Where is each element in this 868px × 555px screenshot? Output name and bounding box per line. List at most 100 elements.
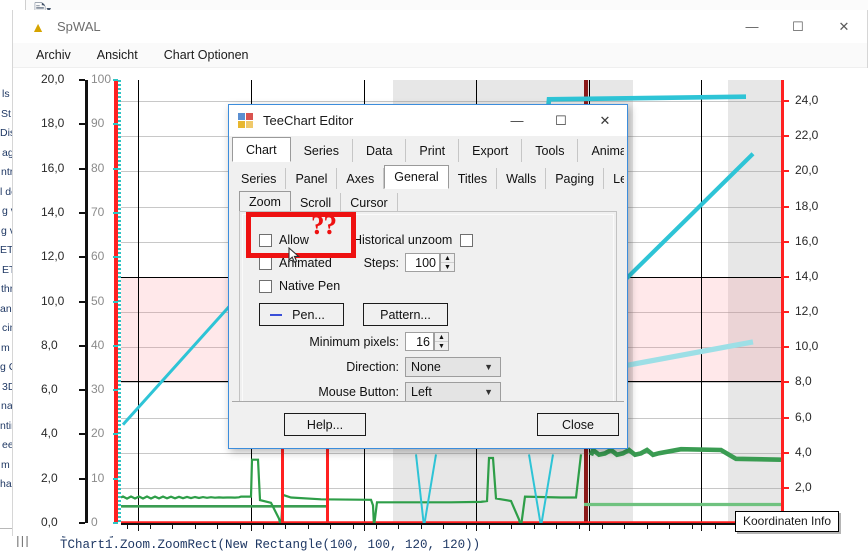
series-cyan-dip-2b bbox=[540, 454, 554, 523]
menu-item-ansicht[interactable]: Ansicht bbox=[84, 45, 151, 65]
steps-input[interactable]: 100 bbox=[405, 253, 440, 272]
allow-checkbox-row[interactable]: Allow bbox=[259, 233, 309, 247]
historical-unzoom-label: Historical unzoom bbox=[353, 233, 453, 247]
axis-tick-mark-bottom-minor bbox=[127, 525, 128, 529]
chevron-down-icon: ▼ bbox=[484, 362, 493, 372]
tab-zoom[interactable]: Zoom bbox=[239, 191, 291, 212]
menu-item-chart-optionen[interactable]: Chart Optionen bbox=[151, 45, 262, 65]
axis-tick-mark bbox=[79, 79, 85, 81]
dialog-close-button[interactable]: ✕ bbox=[583, 105, 627, 136]
menu-item-archiv[interactable]: Archiv bbox=[23, 45, 84, 65]
pen-button-label: Pen... bbox=[292, 307, 325, 322]
minimize-button[interactable]: — bbox=[729, 10, 775, 43]
axis-left-primary bbox=[85, 80, 88, 523]
maximize-button[interactable]: ☐ bbox=[775, 10, 821, 43]
axis-tick-mark-bottom-minor bbox=[601, 525, 603, 529]
tab-titles[interactable]: Titles bbox=[449, 168, 498, 189]
zoom-settings-panel: Allow Animated Native Pen Historical unz… bbox=[239, 211, 617, 416]
background-text-fragment: ls bbox=[2, 88, 10, 100]
tick-left-secondary: 20 bbox=[91, 426, 105, 441]
tick-left-secondary: 100 bbox=[91, 72, 112, 86]
axis-tick-mark-bottom-minor bbox=[556, 525, 558, 529]
axis-tick-mark-bottom bbox=[138, 525, 139, 531]
help-button-label: Help... bbox=[306, 417, 344, 432]
axis-tick-mark bbox=[782, 135, 789, 138]
allow-checkbox[interactable] bbox=[259, 233, 272, 247]
historical-unzoom-row[interactable]: Historical unzoom bbox=[353, 233, 474, 247]
axis-tick-mark bbox=[79, 389, 85, 392]
dialog-minimize-button[interactable]: — bbox=[495, 105, 539, 136]
axis-tick-mark-bottom-minor bbox=[375, 525, 377, 529]
tab-print[interactable]: Print bbox=[406, 139, 460, 162]
axis-tick-mark-bottom-minor bbox=[420, 525, 422, 529]
tick-right: 10,0 bbox=[795, 339, 819, 354]
axis-tick-mark-bottom-minor bbox=[240, 525, 241, 529]
axis-tick-mark-bottom-minor bbox=[466, 525, 467, 529]
tab-axes[interactable]: Axes bbox=[337, 168, 385, 189]
minimum-pixels-stepper[interactable]: ▲ ▼ bbox=[434, 332, 449, 351]
steps-label: Steps: bbox=[363, 256, 399, 270]
code-line-2: TChart1.Zoom.ZoomRect(New Rectangle(100,… bbox=[60, 538, 481, 552]
tab-data[interactable]: Data bbox=[353, 139, 407, 162]
tick-right: 18,0 bbox=[795, 198, 819, 213]
axis-tick-mark-bottom-minor bbox=[669, 525, 671, 529]
chevron-down-icon-2: ▼ bbox=[484, 387, 493, 397]
koordinaten-info-tooltip[interactable]: Koordinaten Info bbox=[735, 511, 840, 532]
tab-series[interactable]: Series bbox=[290, 139, 354, 162]
tab-series[interactable]: Series bbox=[232, 168, 287, 189]
tab-cursor[interactable]: Cursor bbox=[341, 193, 398, 212]
axis-tick-mark-bottom-minor bbox=[194, 525, 196, 529]
axis-left-secondary bbox=[118, 80, 121, 523]
axis-tick-mark bbox=[79, 522, 85, 524]
axis-tick-mark bbox=[782, 240, 789, 243]
historical-unzoom-checkbox[interactable] bbox=[460, 233, 474, 247]
native-pen-checkbox[interactable] bbox=[259, 279, 272, 293]
series-green-plateau bbox=[588, 446, 781, 462]
axis-tick-mark bbox=[113, 433, 118, 436]
axis-tick-mark-bottom-minor bbox=[398, 525, 400, 529]
direction-select[interactable]: None ▼ bbox=[405, 357, 501, 377]
tick-left-primary: 18,0 bbox=[41, 116, 65, 131]
pen-button[interactable]: Pen... bbox=[259, 303, 344, 326]
axis-tick-mark bbox=[782, 381, 789, 384]
close-button[interactable]: ✕ bbox=[821, 10, 867, 43]
axis-tick-mark bbox=[113, 300, 118, 303]
series-cyan-dip-1b bbox=[423, 454, 437, 523]
animated-label: Animated bbox=[279, 256, 332, 270]
tab-tools[interactable]: Tools bbox=[522, 139, 579, 162]
pattern-button[interactable]: Pattern... bbox=[363, 303, 448, 326]
dialog-titlebar: TeeChart Editor — ☐ ✕ bbox=[229, 105, 627, 136]
axis-tick-mark bbox=[79, 344, 85, 347]
steps-stepper[interactable]: ▲ ▼ bbox=[440, 253, 455, 272]
axis-tick-mark-bottom-minor bbox=[149, 525, 151, 529]
native-pen-checkbox-row[interactable]: Native Pen bbox=[259, 279, 340, 293]
axis-tick-mark bbox=[79, 433, 85, 436]
animated-checkbox[interactable] bbox=[259, 256, 272, 270]
axis-tick-mark bbox=[782, 170, 789, 173]
minimum-pixels-input[interactable]: 16 bbox=[405, 332, 434, 351]
axis-tick-mark-bottom bbox=[589, 525, 590, 531]
dialog-maximize-button[interactable]: ☐ bbox=[539, 105, 583, 136]
tab-walls[interactable]: Walls bbox=[497, 168, 547, 189]
axis-tick-mark-bottom-minor bbox=[714, 525, 716, 529]
close-dialog-button[interactable]: Close bbox=[537, 413, 619, 436]
axis-tick-mark bbox=[79, 477, 85, 480]
tab-paging[interactable]: Paging bbox=[546, 168, 605, 189]
axis-tick-mark bbox=[113, 211, 118, 214]
close-button-label: Close bbox=[562, 417, 594, 432]
menu-bar: Archiv Ansicht Chart Optionen bbox=[13, 43, 867, 68]
tab-general[interactable]: General bbox=[384, 165, 449, 189]
series-green-signal bbox=[121, 454, 583, 523]
tick-left-secondary: 70 bbox=[91, 204, 105, 219]
tick-right: 12,0 bbox=[795, 304, 819, 319]
help-button[interactable]: Help... bbox=[284, 413, 366, 436]
pen-line-icon bbox=[270, 313, 282, 316]
tab-export[interactable]: Export bbox=[459, 139, 523, 162]
tab-chart[interactable]: Chart bbox=[232, 137, 291, 162]
mouse-button-select[interactable]: Left ▼ bbox=[405, 382, 501, 402]
tab-legend[interactable]: Legend bbox=[604, 168, 624, 189]
native-pen-label: Native Pen bbox=[279, 279, 341, 293]
tab-animation[interactable]: Animation bbox=[578, 139, 624, 162]
tick-left-secondary: 40 bbox=[91, 337, 105, 352]
tab-panel[interactable]: Panel bbox=[286, 168, 338, 189]
